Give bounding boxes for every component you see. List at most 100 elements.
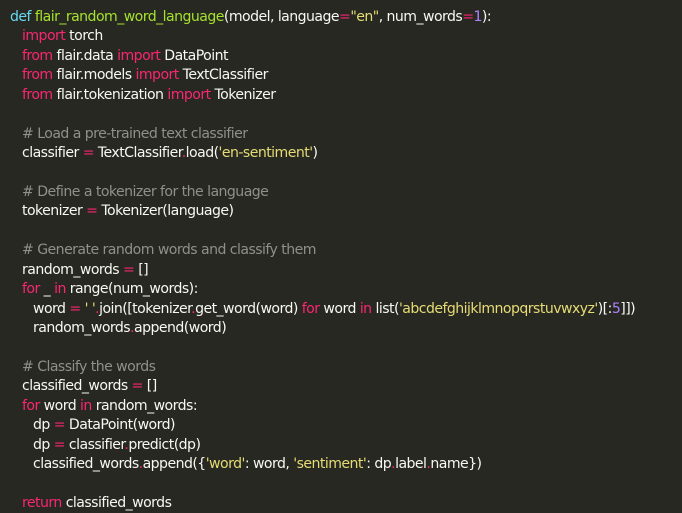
code-text: : word, bbox=[244, 456, 294, 473]
code-comment: # Load a pre-trained text classifier bbox=[22, 125, 248, 142]
code-text: DataPoint bbox=[160, 47, 228, 64]
code-text: tokenizer bbox=[22, 203, 87, 220]
code-line-8: classifier = TextClassifier.load('en-sen… bbox=[10, 144, 682, 163]
code-line-10: # Define a tokenizer for the language bbox=[10, 183, 682, 202]
code-text: [] bbox=[134, 261, 149, 278]
code-line-14: random_words = [] bbox=[10, 261, 682, 280]
keyword-import: import bbox=[22, 28, 66, 45]
code-text: name}) bbox=[430, 456, 482, 473]
keyword-from: from bbox=[22, 86, 53, 103]
code-line-17: random_words.append(word) bbox=[10, 319, 682, 338]
code-text: flair.tokenization bbox=[52, 86, 168, 103]
code-params: , num_words bbox=[378, 9, 463, 25]
keyword-def: def bbox=[10, 9, 31, 25]
code-text: join([tokenizer bbox=[99, 300, 192, 317]
operator: = bbox=[131, 378, 144, 395]
code-text: word bbox=[319, 300, 360, 317]
code-line-1: def flair_random_word_language(model, la… bbox=[10, 8, 682, 27]
code-params: ): bbox=[481, 9, 492, 25]
operator: = bbox=[462, 9, 474, 25]
code-text: predict(dp) bbox=[128, 436, 201, 453]
code-line-16: word = ' '.join([tokenizer.get_word(word… bbox=[10, 300, 682, 319]
keyword-for: for bbox=[301, 300, 320, 317]
code-text: word bbox=[39, 397, 81, 414]
operator: = bbox=[69, 300, 81, 317]
keyword-import: import bbox=[167, 86, 211, 103]
code-text: classified_words bbox=[33, 456, 139, 473]
string-literal: ' ' bbox=[80, 300, 96, 317]
code-line-7: # Load a pre-trained text classifier bbox=[10, 125, 682, 144]
code-editor[interactable]: def flair_random_word_language(model, la… bbox=[0, 0, 682, 511]
code-text: ) bbox=[312, 145, 318, 162]
string-literal: "en" bbox=[350, 9, 379, 25]
code-line-2: import torch bbox=[10, 27, 682, 46]
keyword-in: in bbox=[54, 281, 66, 298]
keyword-return: return bbox=[22, 494, 62, 511]
keyword-in: in bbox=[80, 397, 92, 414]
code-text: flair.data bbox=[52, 47, 118, 64]
keyword-import: import bbox=[117, 47, 161, 64]
code-text: load( bbox=[185, 145, 219, 162]
code-line-20: classified_words = [] bbox=[10, 377, 682, 396]
code-text: classifier bbox=[22, 145, 83, 162]
code-text: range(num_words): bbox=[65, 281, 199, 298]
code-text: get_word(word) bbox=[195, 300, 302, 317]
keyword-in: in bbox=[359, 300, 372, 317]
code-line-22: dp = DataPoint(word) bbox=[10, 416, 682, 435]
code-text: word bbox=[33, 300, 70, 317]
code-text: list( bbox=[371, 300, 399, 317]
code-text: random_words: bbox=[91, 397, 198, 414]
string-literal: 'abcdefghijklmnopqrstuvwxyz' bbox=[398, 300, 598, 317]
keyword-from: from bbox=[22, 47, 53, 64]
code-text: append(word) bbox=[134, 320, 227, 336]
code-line-19: # Classify the words bbox=[10, 358, 682, 377]
code-text: Tokenizer bbox=[210, 86, 276, 103]
function-name: flair_random_word_language bbox=[34, 9, 225, 25]
code-line-21: for word in random_words: bbox=[10, 397, 682, 416]
code-line-26: return classified_words bbox=[10, 494, 682, 513]
code-text: dp bbox=[33, 417, 54, 434]
code-text: classified_words bbox=[22, 378, 132, 395]
code-line-11: tokenizer = Tokenizer(language) bbox=[10, 202, 682, 221]
code-comment: # Classify the words bbox=[22, 358, 156, 375]
string-literal: 'en-sentiment' bbox=[218, 145, 314, 162]
number-literal: 1 bbox=[473, 9, 483, 25]
code-line-13: # Generate random words and classify the… bbox=[10, 241, 682, 260]
code-text: : dp bbox=[366, 456, 392, 473]
code-text: _ bbox=[39, 281, 55, 298]
number-literal: 5 bbox=[611, 300, 621, 317]
operator: = bbox=[82, 145, 95, 162]
code-text: append({ bbox=[142, 456, 207, 473]
string-literal: 'word' bbox=[205, 456, 246, 473]
code-text: classified_words bbox=[61, 494, 172, 511]
code-text: )[: bbox=[597, 300, 613, 317]
keyword-import: import bbox=[135, 67, 180, 84]
code-text: random_words bbox=[22, 261, 124, 278]
code-text: flair.models bbox=[52, 67, 136, 84]
code-text: torch bbox=[65, 28, 103, 45]
code-params: (model, language bbox=[223, 9, 340, 25]
code-text: Tokenizer(language) bbox=[97, 203, 234, 220]
code-text: TextClassifier bbox=[93, 145, 182, 162]
code-comment: # Generate random words and classify the… bbox=[22, 242, 317, 259]
code-line-5: from flair.tokenization import Tokenizer bbox=[10, 86, 682, 105]
keyword-for: for bbox=[22, 281, 40, 298]
code-text: [] bbox=[142, 378, 157, 395]
operator: = bbox=[86, 203, 98, 220]
code-line-15: for _ in range(num_words): bbox=[10, 280, 682, 299]
code-line-23: dp = classifier.predict(dp) bbox=[10, 436, 682, 455]
code-text: dp bbox=[33, 436, 54, 453]
code-text: classifier bbox=[65, 436, 125, 453]
keyword-for: for bbox=[22, 397, 40, 414]
code-text: label bbox=[395, 456, 427, 473]
operator: = bbox=[53, 417, 66, 434]
code-text: ]]) bbox=[620, 300, 636, 317]
operator: = bbox=[339, 9, 351, 25]
code-comment: # Define a tokenizer for the language bbox=[22, 183, 269, 200]
operator: = bbox=[123, 261, 135, 278]
code-line-24: classified_words.append({'word': word, '… bbox=[10, 455, 682, 474]
